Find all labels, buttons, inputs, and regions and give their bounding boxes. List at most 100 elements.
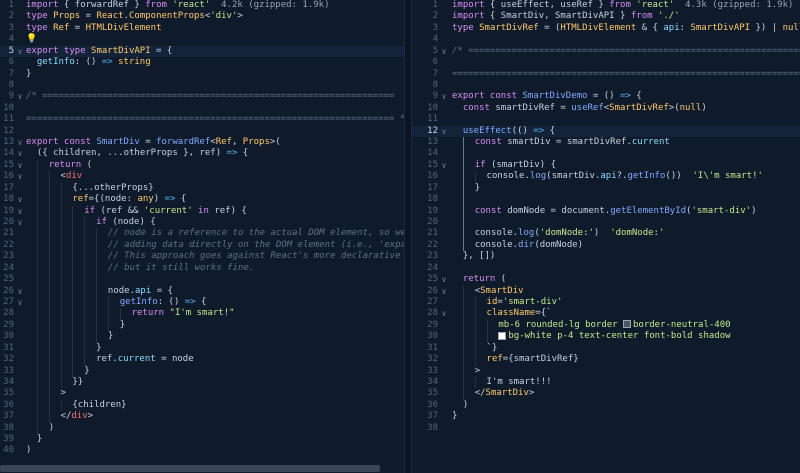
code-line[interactable]: 3 type Ref = HTMLDivElement — [0, 23, 404, 34]
code-text[interactable]: return "I'm smart!" — [26, 308, 235, 320]
fold-chevron-icon[interactable]: ∨ — [440, 308, 448, 319]
code-text[interactable]: /* =====================================… — [26, 91, 394, 102]
code-line[interactable]: 27 id='smart-div' — [412, 296, 800, 309]
fold-chevron-icon[interactable]: ∨ — [16, 160, 24, 171]
code-line[interactable]: 13 const smartDiv = smartDivRef.current — [412, 137, 800, 149]
pane-divider[interactable] — [404, 0, 412, 473]
code-text[interactable]: // but it still works fine. — [26, 262, 254, 275]
code-line[interactable]: 25 ∨ return ( — [412, 274, 800, 285]
code-text[interactable] — [452, 194, 475, 206]
code-text[interactable] — [452, 114, 463, 125]
code-line[interactable]: 29 mb-6 rounded-lg border border-neutral… — [412, 319, 800, 332]
code-line[interactable]: 22 console.dir(domNode) — [412, 239, 800, 252]
code-text[interactable]: id='smart-div' — [452, 296, 562, 309]
code-line[interactable]: 4 💡 — [0, 34, 404, 45]
code-text[interactable]: 💡 — [26, 34, 37, 45]
code-line[interactable]: 18 — [412, 194, 800, 206]
fold-chevron-icon[interactable]: ∨ — [16, 137, 24, 148]
fold-chevron-icon[interactable]: ∨ — [440, 126, 448, 137]
code-text[interactable]: export type SmartDivAPI = { — [26, 46, 172, 57]
code-line[interactable]: 6 getInfo: () => string — [0, 57, 404, 68]
code-line[interactable]: 8 — [412, 80, 800, 91]
code-text[interactable]: mb-6 rounded-lg border border-neutral-40… — [452, 319, 731, 332]
fold-chevron-icon[interactable]: ∨ — [16, 297, 24, 308]
code-line[interactable]: 14 — [412, 148, 800, 160]
code-line[interactable]: 5 ∨ /* ===================================… — [412, 46, 800, 57]
code-text[interactable]: ) — [452, 400, 468, 411]
code-text[interactable]: if (smartDiv) { — [452, 159, 556, 172]
code-line[interactable]: 21 console.log('domNode:') 'domNode:' — [412, 228, 800, 240]
code-text[interactable]: export const SmartDivDemo = () => { — [452, 91, 642, 102]
code-line[interactable]: 10 const smartDivRef = useRef<SmartDivRe… — [412, 103, 800, 114]
code-text[interactable]: const smartDiv = smartDivRef.current — [452, 137, 670, 149]
code-text[interactable]: type Ref = HTMLDivElement — [26, 23, 162, 34]
fold-chevron-icon[interactable]: ∨ — [16, 286, 24, 297]
code-line[interactable]: 12 — [0, 126, 404, 137]
code-text[interactable]: ref={(node: any) => { — [26, 194, 186, 206]
code-line[interactable]: 17 {...otherProps} — [0, 182, 404, 195]
code-text[interactable]: if (node) { — [26, 217, 156, 229]
code-line[interactable]: 16 console.log(smartDiv.api?.getInfo()) … — [412, 171, 800, 183]
code-line[interactable]: 1 import { forwardRef } from 'react' 4.2k… — [0, 0, 404, 11]
code-line[interactable]: 24 — [412, 263, 800, 274]
code-line[interactable]: 17 } — [412, 182, 800, 195]
fold-chevron-icon[interactable]: ∨ — [440, 46, 448, 57]
code-text[interactable]: type SmartDivRef = (HTMLDivElement & { a… — [452, 23, 800, 34]
code-text[interactable]: ref={smartDivRef} — [452, 354, 579, 366]
fold-chevron-icon[interactable]: ∨ — [16, 217, 24, 228]
fold-chevron-icon[interactable]: ∨ — [16, 148, 24, 159]
code-line[interactable]: 23 }, []) — [412, 251, 800, 262]
code-text[interactable]: > — [452, 365, 480, 377]
fold-chevron-icon[interactable]: ∨ — [16, 194, 24, 205]
code-text[interactable]: <SmartDiv — [452, 285, 523, 297]
code-line[interactable]: 27 ∨ getInfo: () => { — [0, 296, 404, 309]
code-text[interactable]: export const SmartDiv = forwardRef<Ref, … — [26, 137, 281, 148]
code-line[interactable]: 5 ∨ export type SmartDivAPI = { — [0, 45, 404, 58]
code-line[interactable]: 19 ∨ if (ref && 'current' in ref) { — [0, 205, 404, 218]
code-text[interactable]: } — [26, 331, 113, 343]
code-line[interactable]: 18 ∨ ref={(node: any) => { — [0, 194, 404, 206]
code-line[interactable]: 20 ∨ if (node) { — [0, 217, 404, 229]
code-line[interactable]: 25 — [0, 274, 404, 286]
code-line[interactable]: 30 bg-white p-4 text-center font-bold sh… — [412, 331, 800, 343]
code-line[interactable]: 33 } — [0, 365, 404, 377]
code-line[interactable]: 11 ======================================… — [0, 114, 404, 125]
code-text[interactable]: }, []) — [452, 251, 496, 262]
code-line[interactable]: 33 > — [412, 365, 800, 377]
code-line[interactable]: 34 }} — [0, 376, 404, 389]
code-line[interactable]: 34 I'm smart!!! — [412, 376, 800, 389]
code-line[interactable]: 11 — [412, 114, 800, 125]
code-text[interactable] — [452, 263, 463, 274]
code-line[interactable]: 1 import { useEffect, useRef } from 'reac… — [412, 0, 800, 11]
code-text[interactable]: className={` — [452, 308, 552, 320]
code-text[interactable]: // adding data directly on the DOM eleme… — [26, 239, 404, 252]
code-line[interactable]: 37 </div> — [0, 411, 404, 423]
fold-chevron-icon[interactable]: ∨ — [440, 286, 448, 297]
code-line[interactable]: 35 > — [0, 388, 404, 400]
code-line[interactable]: 39 } — [0, 434, 404, 445]
code-text[interactable]: return ( — [26, 159, 92, 172]
code-text[interactable]: type Props = React.ComponentProps<'div'> — [26, 11, 243, 22]
fold-chevron-icon[interactable]: ∨ — [16, 206, 24, 217]
code-text[interactable]: } — [26, 69, 31, 80]
code-text[interactable]: } — [26, 342, 101, 355]
code-text[interactable]: I'm smart!!! — [452, 376, 552, 389]
code-line[interactable]: 31 } — [0, 342, 404, 355]
code-line[interactable]: 35 </SmartDiv> — [412, 388, 800, 400]
code-line[interactable]: 4 — [412, 34, 800, 45]
code-line[interactable]: 6 — [412, 57, 800, 68]
code-text[interactable]: <div — [26, 171, 82, 183]
code-line[interactable]: 7 =======================================… — [412, 69, 800, 80]
code-line[interactable]: 38 — [412, 423, 800, 434]
code-text[interactable]: /* =====================================… — [452, 46, 800, 57]
fold-chevron-icon[interactable]: ∨ — [16, 171, 24, 182]
code-line[interactable]: 13 ∨ export const SmartDiv = forwardRef<Re… — [0, 137, 404, 148]
code-line[interactable]: 2 type Props = React.ComponentProps<'div'… — [0, 11, 404, 22]
code-line[interactable]: 24 // but it still works fine. — [0, 262, 404, 275]
color-swatch-icon[interactable] — [623, 320, 631, 329]
code-text[interactable]: ) — [26, 422, 54, 435]
code-text[interactable] — [452, 217, 475, 229]
code-line[interactable]: 40) — [0, 445, 404, 456]
horizontal-scrollbar[interactable] — [0, 465, 380, 472]
lightbulb-icon[interactable]: 💡 — [26, 34, 37, 44]
